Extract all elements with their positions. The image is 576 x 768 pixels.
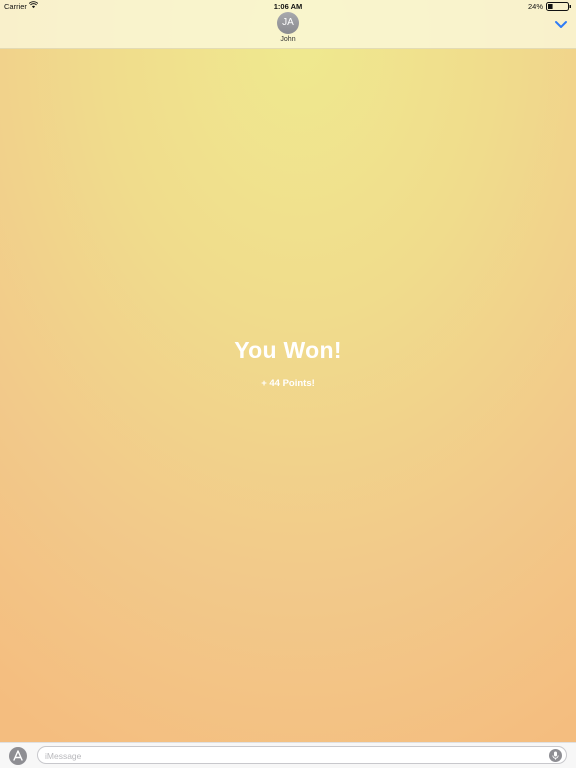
battery-percent: 24% (527, 2, 543, 11)
contact-avatar[interactable]: JA (277, 12, 299, 34)
imessage-placeholder: iMessage (45, 751, 82, 761)
status-time: 1:06 AM (273, 2, 303, 11)
microphone-button[interactable] (549, 749, 562, 762)
battery-icon (546, 2, 571, 11)
app-store-button[interactable] (9, 747, 27, 765)
imessage-game-screen: Carrier 1:06 AM 24% JA John You Won! + 4… (0, 0, 576, 768)
points-earned: + 44 Points! (261, 378, 315, 389)
result-title: You Won! (234, 337, 342, 363)
chevron-down-icon (555, 21, 567, 28)
conversation-header: Carrier 1:06 AM 24% JA John (0, 0, 576, 49)
status-bar: Carrier 1:06 AM 24% (0, 0, 576, 12)
collapse-button[interactable] (554, 17, 568, 29)
imessage-input[interactable]: iMessage (37, 746, 567, 764)
app-store-icon (13, 750, 23, 761)
microphone-icon (552, 751, 559, 760)
compose-bar: iMessage (0, 742, 576, 768)
contact-name[interactable]: John (0, 36, 576, 43)
